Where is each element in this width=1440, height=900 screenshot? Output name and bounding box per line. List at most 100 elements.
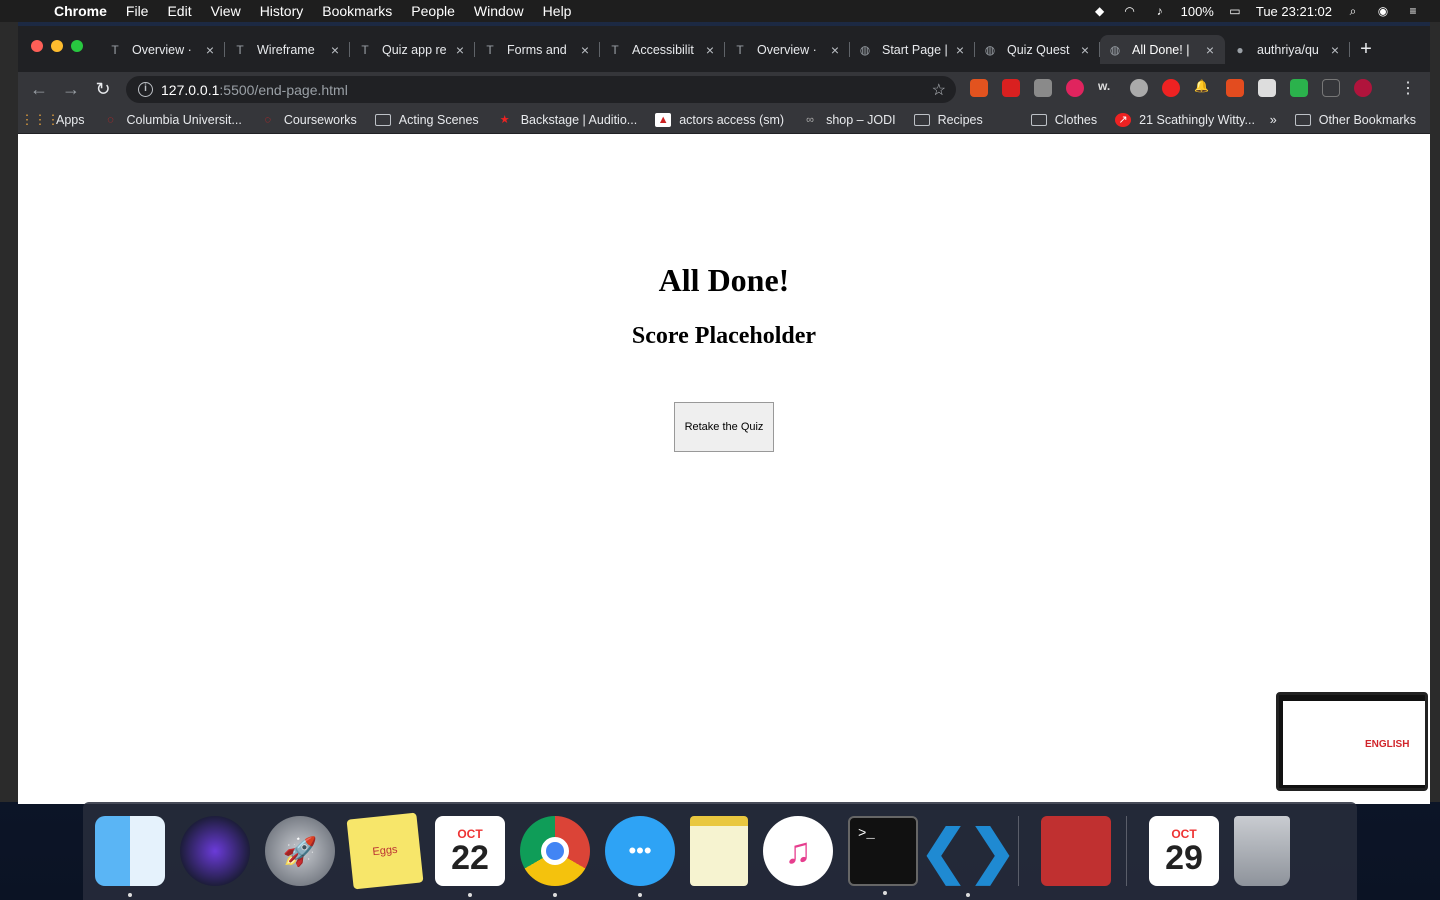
macos-dock: 🚀 Eggs OCT 22 ••• ♫ >_ ❮❯ OCT 29 [83, 802, 1357, 900]
close-tab-icon[interactable]: × [703, 42, 717, 58]
extension-icon[interactable] [1226, 79, 1244, 97]
menu-view[interactable]: View [211, 3, 241, 19]
retake-quiz-button[interactable]: Retake the Quiz [674, 402, 774, 452]
extension-icon[interactable] [1290, 79, 1308, 97]
trash-icon[interactable] [1234, 816, 1290, 886]
notes-icon[interactable] [690, 816, 748, 886]
vscode-icon[interactable]: ❮❯ [919, 816, 1017, 897]
forward-arrow-icon[interactable]: → [58, 76, 84, 102]
bookmark-clothes[interactable]: Clothes [1030, 113, 1097, 127]
menu-edit[interactable]: Edit [167, 3, 191, 19]
siri-icon[interactable] [180, 816, 250, 886]
chrome-icon[interactable] [520, 816, 590, 897]
tab-github[interactable]: ● authriya/qu × [1225, 35, 1350, 64]
close-tab-icon[interactable]: × [953, 42, 967, 58]
tab-forms[interactable]: T Forms and × [475, 35, 600, 64]
launchpad-rocket-icon[interactable]: 🚀 [265, 816, 335, 886]
terminal-icon[interactable]: >_ [848, 816, 918, 895]
tab-title: Start Page | [882, 42, 948, 57]
tab-all-done[interactable]: ◍ All Done! | × [1100, 35, 1225, 64]
screenshot-thumbnail-preview[interactable]: ENGLISH [1276, 692, 1428, 791]
close-window-button[interactable] [31, 40, 43, 52]
notification-center-icon[interactable]: ≡ [1404, 4, 1422, 18]
folder-icon [1030, 113, 1047, 126]
close-tab-icon[interactable]: × [1203, 42, 1217, 58]
menu-people[interactable]: People [411, 3, 455, 19]
extension-icon[interactable] [1034, 79, 1052, 97]
siri-icon[interactable]: ◉ [1374, 4, 1392, 18]
tab-overview-2[interactable]: T Overview · × [725, 35, 850, 64]
bookmarks-overflow-chevron-icon[interactable]: » [1270, 113, 1277, 127]
tab-wireframe[interactable]: T Wireframe × [225, 35, 350, 64]
profile-avatar[interactable] [1354, 79, 1372, 97]
menu-history[interactable]: History [260, 3, 304, 19]
new-tab-button[interactable]: + [1355, 38, 1377, 61]
other-bookmarks[interactable]: Other Bookmarks [1294, 113, 1416, 127]
address-bar[interactable]: i 127.0.0.1:5500/end-page.html ☆ [126, 76, 956, 103]
extension-icon[interactable] [1002, 79, 1020, 97]
document-icon[interactable] [1258, 79, 1276, 97]
pinterest-icon[interactable] [1066, 79, 1084, 97]
close-tab-icon[interactable]: × [453, 42, 467, 58]
close-tab-icon[interactable]: × [578, 42, 592, 58]
photo-booth-icon[interactable] [1041, 816, 1111, 886]
tab-title: authriya/qu [1257, 42, 1319, 57]
adblock-icon[interactable] [1162, 79, 1180, 97]
close-tab-icon[interactable]: × [328, 42, 342, 58]
spotlight-search-icon[interactable]: ⌕ [1344, 4, 1362, 18]
back-arrow-icon[interactable]: ← [26, 76, 52, 102]
stickies-icon[interactable]: Eggs [346, 812, 424, 890]
reload-icon[interactable]: ↻ [90, 76, 116, 102]
bookmark-shop-jodi[interactable]: ∞ shop – JODI [802, 113, 895, 127]
close-tab-icon[interactable]: × [1328, 42, 1342, 58]
itunes-music-icon[interactable]: ♫ [763, 816, 833, 886]
bell-icon[interactable]: 🔔 [1194, 79, 1212, 97]
wifi-icon[interactable]: ◠ [1121, 4, 1139, 18]
zoom-window-button[interactable] [71, 40, 83, 52]
bookmark-courseworks[interactable]: ◌ Courseworks [260, 113, 357, 127]
menubar-clock[interactable]: Tue 23:21:02 [1256, 4, 1332, 19]
menu-file[interactable]: File [126, 3, 149, 19]
bookmark-label: shop – JODI [826, 112, 896, 127]
close-tab-icon[interactable]: × [203, 42, 217, 58]
tab-accessibility[interactable]: T Accessibilit × [600, 35, 725, 64]
tab-quiz-app[interactable]: T Quiz app re × [350, 35, 475, 64]
battery-icon[interactable]: ▭ [1226, 4, 1244, 18]
messages-icon[interactable]: ••• [605, 816, 675, 897]
menu-window[interactable]: Window [474, 3, 524, 19]
tab-overview-1[interactable]: T Overview · × [100, 35, 225, 64]
tab-title: All Done! | [1132, 42, 1190, 57]
tab-quiz-questions[interactable]: ◍ Quiz Quest × [975, 35, 1100, 64]
bookmark-star-icon[interactable]: ☆ [932, 80, 946, 100]
menu-app-name[interactable]: Chrome [54, 3, 107, 19]
volume-icon[interactable]: ♪ [1151, 4, 1169, 18]
extension-icon[interactable] [970, 79, 988, 97]
calendar-event-icon[interactable]: OCT 29 [1149, 816, 1219, 886]
more-menu-icon[interactable]: ⋮ [1400, 78, 1416, 98]
close-tab-icon[interactable]: × [828, 42, 842, 58]
tab-start-page[interactable]: ◍ Start Page | × [850, 35, 975, 64]
tab-title: Accessibilit [632, 42, 694, 57]
url-text[interactable]: 127.0.0.1:5500/end-page.html [161, 82, 348, 98]
extension-icon[interactable] [1130, 79, 1148, 97]
bookmark-backstage[interactable]: ★ Backstage | Auditio... [497, 113, 637, 127]
w-extension-icon[interactable]: w. [1098, 79, 1116, 97]
bookmark-actors-access[interactable]: ▲ actors access (sm) [655, 112, 784, 127]
battery-percent[interactable]: 100% [1181, 4, 1214, 19]
finder-icon[interactable] [95, 816, 165, 897]
minimize-window-button[interactable] [51, 40, 63, 52]
site-info-icon[interactable]: i [138, 82, 153, 97]
extension-icon[interactable] [1322, 79, 1340, 97]
menu-help[interactable]: Help [543, 3, 572, 19]
macos-menu-bar: Chrome File Edit View History Bookmarks … [0, 0, 1440, 22]
bookmark-apps[interactable]: ⋮⋮⋮ Apps [21, 112, 85, 127]
close-tab-icon[interactable]: × [1078, 42, 1092, 58]
bookmark-scathingly-witty[interactable]: ↗ 21 Scathingly Witty... [1115, 112, 1255, 127]
dropbox-icon[interactable]: ◆ [1091, 4, 1109, 18]
bookmark-acting-scenes[interactable]: Acting Scenes [374, 113, 479, 127]
menu-bookmarks[interactable]: Bookmarks [322, 3, 392, 19]
bookmark-columbia[interactable]: ◌ Columbia Universit... [103, 113, 242, 127]
calendar-icon[interactable]: OCT 22 [435, 816, 505, 897]
bookmark-recipes[interactable]: Recipes [913, 113, 983, 127]
bookmarks-bar: ⋮⋮⋮ Apps ◌ Columbia Universit... ◌ Cours… [18, 106, 1430, 134]
